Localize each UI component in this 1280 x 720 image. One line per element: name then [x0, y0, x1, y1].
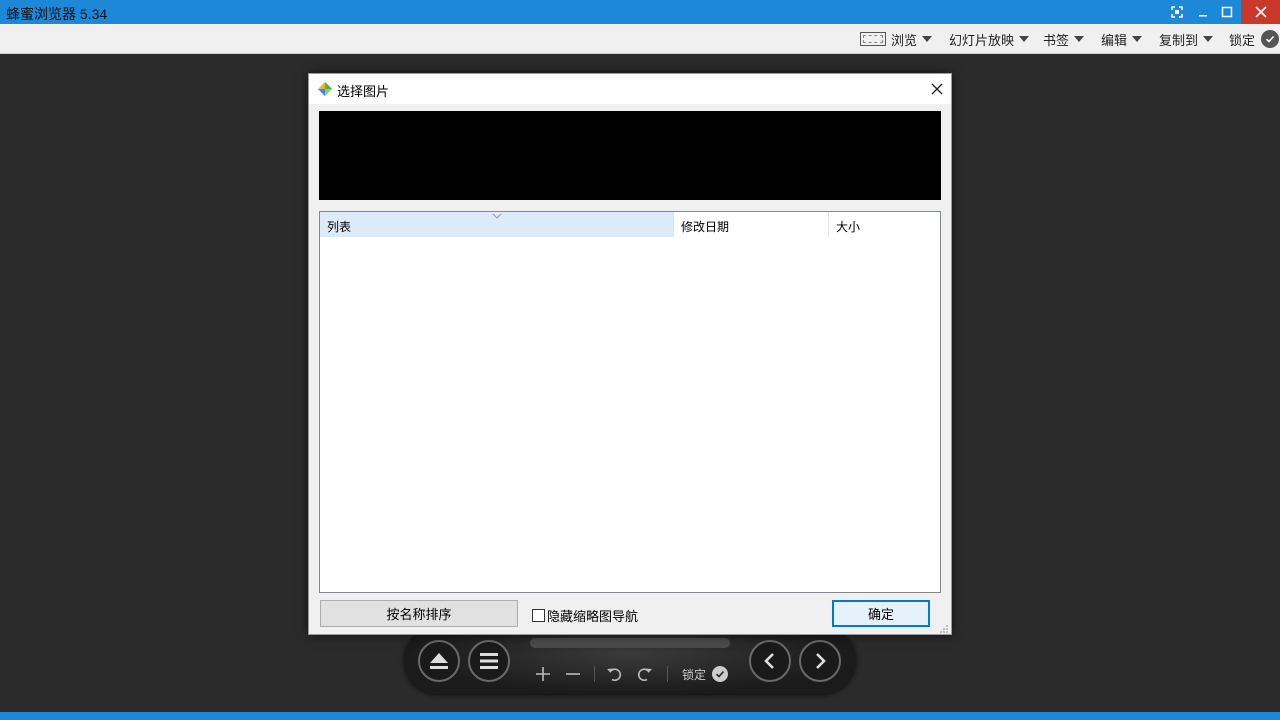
- pod-lock-label: 锁定: [682, 667, 707, 682]
- eject-button[interactable]: [418, 640, 460, 682]
- column-header-size[interactable]: 大小: [829, 212, 940, 237]
- fit-screen-icon: [1171, 6, 1183, 18]
- sort-by-name-button[interactable]: 按名称排序: [320, 600, 518, 627]
- window-title: 蜂蜜浏览器 5.34: [6, 6, 108, 22]
- maximize-button[interactable]: [1216, 0, 1238, 24]
- next-button[interactable]: [799, 640, 841, 682]
- dialog-close-button[interactable]: [927, 79, 947, 99]
- hide-thumbnail-nav-label: 隐藏缩略图导航: [547, 609, 639, 624]
- slideshow-menu[interactable]: 幻灯片放映: [949, 31, 1030, 48]
- edit-label: 编辑: [1101, 32, 1128, 48]
- zoom-out-button[interactable]: [563, 664, 583, 684]
- taskbar-strip: [0, 712, 1280, 720]
- fullscreen-icon: [860, 32, 886, 46]
- dialog-title-bar: 选择图片: [309, 74, 951, 104]
- separator: [667, 666, 668, 682]
- browse-menu[interactable]: 浏览: [860, 31, 933, 48]
- chevron-down-icon: [1019, 36, 1030, 42]
- toolbar: 浏览 幻灯片放映 书签 编辑 复制到 锁定: [0, 24, 1280, 54]
- column-size-label: 大小: [836, 220, 861, 234]
- menu-button[interactable]: [468, 640, 510, 682]
- close-icon: [1254, 6, 1267, 18]
- chevron-down-icon: [1203, 36, 1214, 42]
- minimize-icon: [1199, 15, 1207, 17]
- rotate-left-button[interactable]: [604, 664, 624, 684]
- rotate-left-icon: [607, 668, 622, 681]
- list-header: 列表 修改日期 大小: [320, 212, 940, 237]
- resize-grip-icon[interactable]: [939, 624, 949, 634]
- menu-icon: [480, 653, 498, 669]
- column-name-label: 列表: [327, 220, 352, 234]
- select-picture-dialog: 选择图片 列表 修改日期 大小 按名称排序 隐藏缩略图导航 确定: [308, 73, 952, 635]
- chevron-down-icon: [922, 36, 933, 42]
- column-header-name[interactable]: 列表: [320, 212, 674, 237]
- check-icon: [712, 666, 729, 682]
- next-icon: [816, 653, 826, 669]
- sort-descending-icon: [492, 213, 502, 219]
- fit-screen-button[interactable]: [1166, 0, 1188, 24]
- lock-toggle[interactable]: 锁定: [1229, 30, 1280, 48]
- chevron-down-icon: [1074, 36, 1085, 42]
- ok-button[interactable]: 确定: [832, 600, 930, 627]
- close-icon: [931, 83, 943, 95]
- seek-track[interactable]: [530, 638, 730, 648]
- dialog-title: 选择图片: [337, 84, 390, 99]
- file-list[interactable]: 列表 修改日期 大小: [319, 211, 941, 593]
- image-preview: [319, 111, 941, 200]
- rotate-right-button[interactable]: [635, 664, 655, 684]
- previous-icon: [764, 653, 774, 669]
- app-logo-icon: [318, 82, 332, 96]
- column-header-date[interactable]: 修改日期: [674, 212, 829, 237]
- eject-icon: [430, 653, 448, 669]
- copy-to-menu[interactable]: 复制到: [1159, 31, 1214, 48]
- pod-lock-toggle[interactable]: 锁定: [682, 664, 729, 684]
- minimize-button[interactable]: [1192, 0, 1214, 24]
- title-bar: 蜂蜜浏览器 5.34: [0, 0, 1280, 24]
- chevron-down-icon: [1132, 36, 1143, 42]
- rotate-right-icon: [637, 668, 652, 681]
- zoom-in-icon: [536, 667, 550, 681]
- column-date-label: 修改日期: [681, 220, 730, 234]
- zoom-in-button[interactable]: [533, 664, 553, 684]
- browse-label: 浏览: [891, 32, 918, 48]
- maximize-icon: [1221, 6, 1233, 18]
- hide-thumbnail-nav-checkbox[interactable]: 隐藏缩略图导航: [532, 606, 638, 625]
- previous-button[interactable]: [749, 640, 791, 682]
- control-pod: 锁定: [405, 628, 855, 694]
- copy-to-label: 复制到: [1159, 32, 1199, 48]
- lock-label: 锁定: [1229, 32, 1256, 48]
- bookmarks-label: 书签: [1043, 32, 1070, 48]
- close-window-button[interactable]: [1241, 0, 1280, 24]
- bookmarks-menu[interactable]: 书签: [1043, 31, 1085, 48]
- separator: [594, 666, 595, 682]
- slideshow-label: 幻灯片放映: [949, 32, 1015, 48]
- checkbox-box[interactable]: [532, 609, 545, 622]
- edit-menu[interactable]: 编辑: [1101, 31, 1143, 48]
- zoom-out-icon: [566, 673, 580, 675]
- check-icon: [1261, 30, 1280, 48]
